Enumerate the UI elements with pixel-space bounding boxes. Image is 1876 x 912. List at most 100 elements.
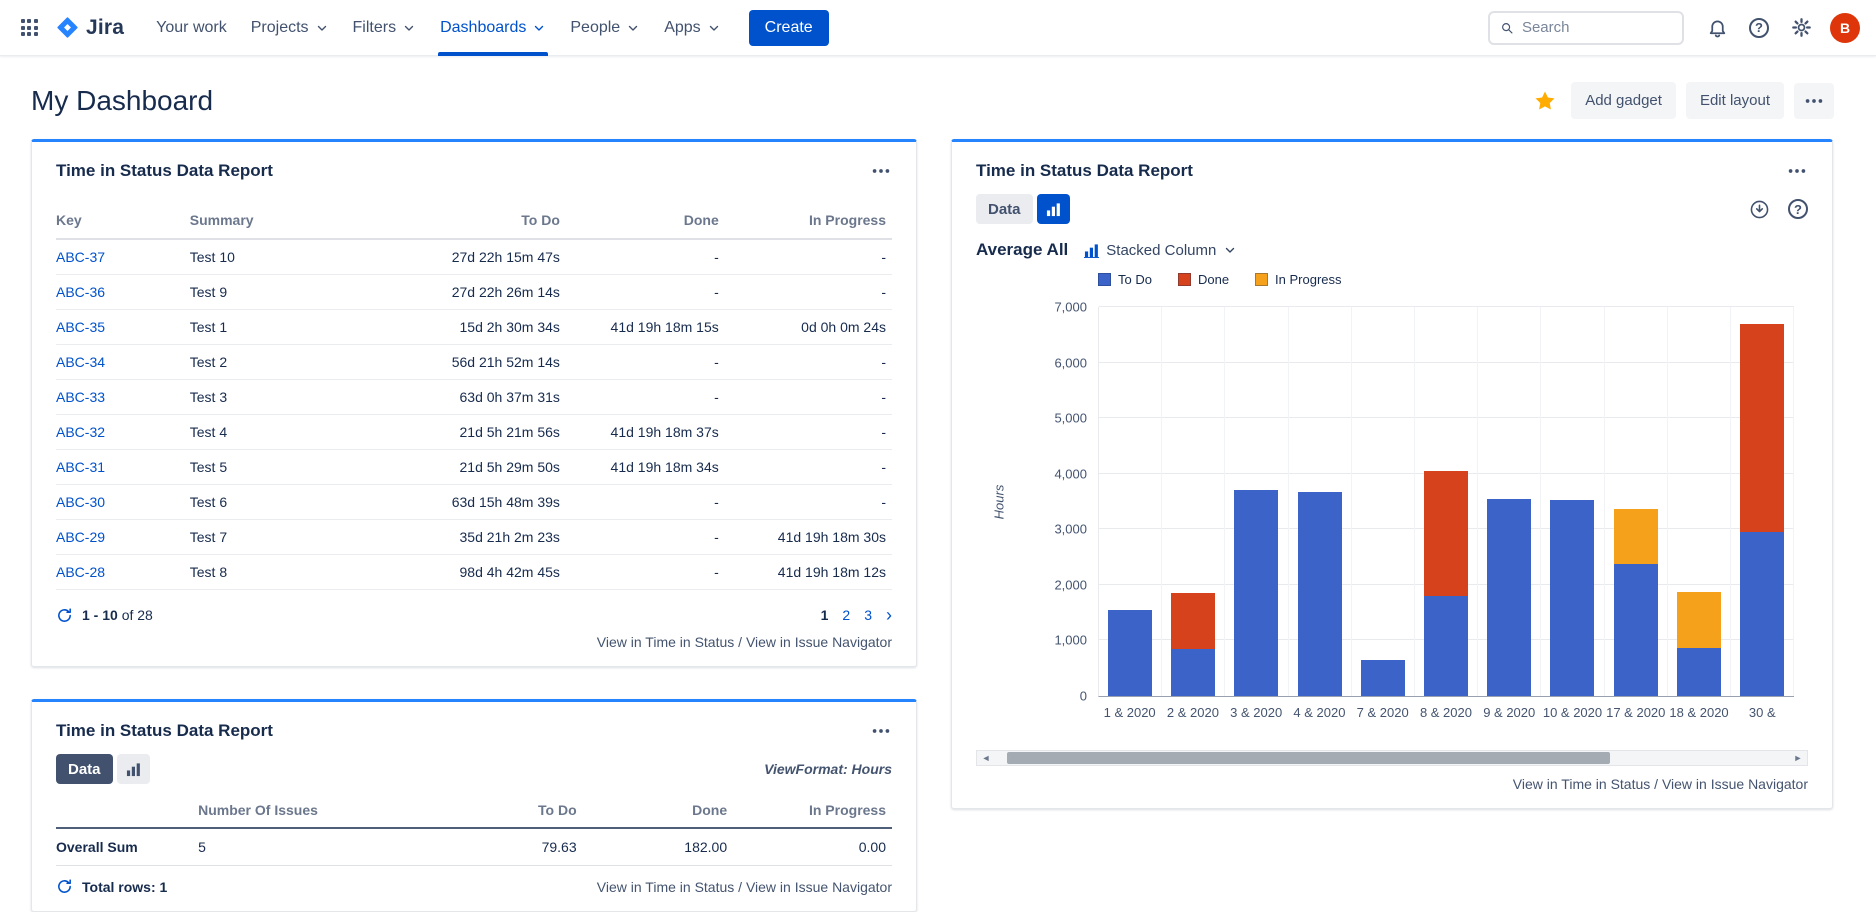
notifications-button[interactable] (1700, 11, 1734, 45)
legend-swatch (1098, 273, 1111, 286)
issues-table: Key Summary To Do Done In Progress ABC-3… (56, 206, 892, 590)
favorite-star-button[interactable] (1533, 89, 1557, 113)
issue-key-link[interactable]: ABC-35 (56, 319, 105, 335)
bar-segment-to-do[interactable] (1171, 649, 1215, 696)
scroll-left-button[interactable]: ◄ (977, 751, 995, 765)
issue-key-link[interactable]: ABC-28 (56, 564, 105, 580)
nav-dashboards[interactable]: Dashboards (428, 0, 558, 56)
issue-key-link[interactable]: ABC-31 (56, 459, 105, 475)
bar-segment-done[interactable] (1171, 593, 1215, 649)
nav-apps[interactable]: Apps (652, 0, 732, 56)
cell-done: - (566, 520, 725, 555)
search-input[interactable] (1522, 19, 1672, 36)
y-axis-tick: 3,000 (1054, 522, 1087, 537)
legend-item[interactable]: To Do (1098, 272, 1152, 287)
bar-segment-done[interactable] (1740, 324, 1784, 532)
nav-people[interactable]: People (558, 0, 652, 56)
page-2[interactable]: 2 (842, 607, 850, 623)
cell-key: ABC-31 (56, 450, 190, 485)
chart-help-button[interactable]: ? (1788, 199, 1808, 219)
page-3[interactable]: 3 (864, 607, 872, 623)
gear-icon (1791, 17, 1812, 38)
view-in-time-in-status-link[interactable]: View in Time in Status (597, 634, 734, 650)
avatar[interactable]: B (1830, 13, 1860, 43)
view-in-time-in-status-link[interactable]: View in Time in Status (597, 879, 734, 895)
help-button[interactable]: ? (1742, 11, 1776, 45)
bar-chart-icon (1084, 243, 1099, 258)
x-axis-label: 30 & (1731, 705, 1794, 720)
x-axis-label: 4 & 2020 (1288, 705, 1351, 720)
bar-segment-to-do[interactable] (1487, 499, 1531, 696)
gadget-menu-button[interactable] (870, 160, 892, 182)
scrollbar-thumb[interactable] (1007, 752, 1610, 764)
dashboard-more-button[interactable] (1794, 83, 1834, 119)
bar-segment-to-do[interactable] (1677, 648, 1721, 696)
settings-button[interactable] (1784, 11, 1818, 45)
bar-segment-to-do[interactable] (1234, 490, 1278, 696)
cell-todo: 98d 4h 42m 45s (374, 555, 566, 590)
nav-filters[interactable]: Filters (341, 0, 429, 56)
view-in-issue-navigator-link[interactable]: View in Issue Navigator (746, 879, 892, 895)
refresh-button[interactable] (56, 607, 73, 624)
cell-in-progress: - (725, 239, 892, 275)
gadget-menu-button[interactable] (1786, 160, 1808, 182)
view-in-time-in-status-link[interactable]: View in Time in Status (1513, 776, 1650, 792)
issue-key-link[interactable]: ABC-34 (56, 354, 105, 370)
nav-your-work[interactable]: Your work (144, 0, 239, 56)
search-box[interactable] (1488, 11, 1684, 45)
chart-view-button[interactable] (1037, 194, 1070, 224)
bar-segment-to-do[interactable] (1108, 610, 1152, 696)
page-1[interactable]: 1 (821, 607, 829, 623)
scroll-right-button[interactable]: ► (1789, 751, 1807, 765)
nav-projects[interactable]: Projects (239, 0, 341, 56)
data-view-button[interactable]: Data (56, 754, 113, 784)
bar-segment-to-do[interactable] (1424, 596, 1468, 696)
table-row: ABC-35Test 115d 2h 30m 34s41d 19h 18m 15… (56, 310, 892, 345)
issue-key-link[interactable]: ABC-33 (56, 389, 105, 405)
chart-scrollbar[interactable]: ◄ ► (976, 750, 1808, 766)
view-in-issue-navigator-link[interactable]: View in Issue Navigator (746, 634, 892, 650)
legend-item[interactable]: Done (1178, 272, 1229, 287)
view-toggle: Data ? (976, 194, 1808, 224)
chart-view-button[interactable] (117, 754, 150, 784)
bar-slot (1731, 307, 1794, 696)
bar-segment-in-progress[interactable] (1677, 592, 1721, 648)
gadget-menu-button[interactable] (870, 720, 892, 742)
create-button[interactable]: Create (749, 10, 829, 46)
nav-label: Projects (251, 19, 309, 37)
cell-in-progress: 0.00 (733, 828, 892, 866)
bar-segment-in-progress[interactable] (1614, 509, 1658, 565)
bar-segment-to-do[interactable] (1550, 500, 1594, 696)
cell-todo: 21d 5h 29m 50s (374, 450, 566, 485)
issue-key-link[interactable]: ABC-36 (56, 284, 105, 300)
legend-label: In Progress (1275, 272, 1341, 287)
cell-done: - (566, 345, 725, 380)
next-page-button[interactable]: › (886, 606, 892, 624)
xlabels-row: 1 & 20202 & 20203 & 20204 & 20207 & 2020… (1098, 705, 1794, 720)
cell-summary: Test 7 (190, 520, 374, 555)
add-gadget-button[interactable]: Add gadget (1571, 82, 1676, 119)
edit-layout-button[interactable]: Edit layout (1686, 82, 1784, 119)
jira-logo[interactable]: Jira (56, 16, 124, 40)
bar-segment-to-do[interactable] (1361, 660, 1405, 696)
refresh-icon (56, 878, 73, 895)
cell-in-progress: - (725, 450, 892, 485)
issue-key-link[interactable]: ABC-29 (56, 529, 105, 545)
chart-type-select[interactable]: Stacked Column (1084, 242, 1237, 259)
bar-segment-done[interactable] (1424, 471, 1468, 596)
issue-key-link[interactable]: ABC-37 (56, 249, 105, 265)
refresh-button[interactable] (56, 878, 73, 895)
legend-item[interactable]: In Progress (1255, 272, 1341, 287)
data-view-button[interactable]: Data (976, 194, 1033, 224)
issue-key-link[interactable]: ABC-32 (56, 424, 105, 440)
chart-legend: To Do Done In Progress (1098, 272, 1808, 287)
scrollbar-track[interactable] (995, 751, 1789, 765)
download-chart-button[interactable] (1749, 199, 1770, 220)
issue-key-link[interactable]: ABC-30 (56, 494, 105, 510)
link-separator: / (734, 879, 746, 895)
view-in-issue-navigator-link[interactable]: View in Issue Navigator (1662, 776, 1808, 792)
app-switcher-button[interactable] (12, 11, 46, 45)
bar-segment-to-do[interactable] (1298, 492, 1342, 697)
bar-segment-to-do[interactable] (1614, 564, 1658, 696)
bar-segment-to-do[interactable] (1740, 532, 1784, 696)
